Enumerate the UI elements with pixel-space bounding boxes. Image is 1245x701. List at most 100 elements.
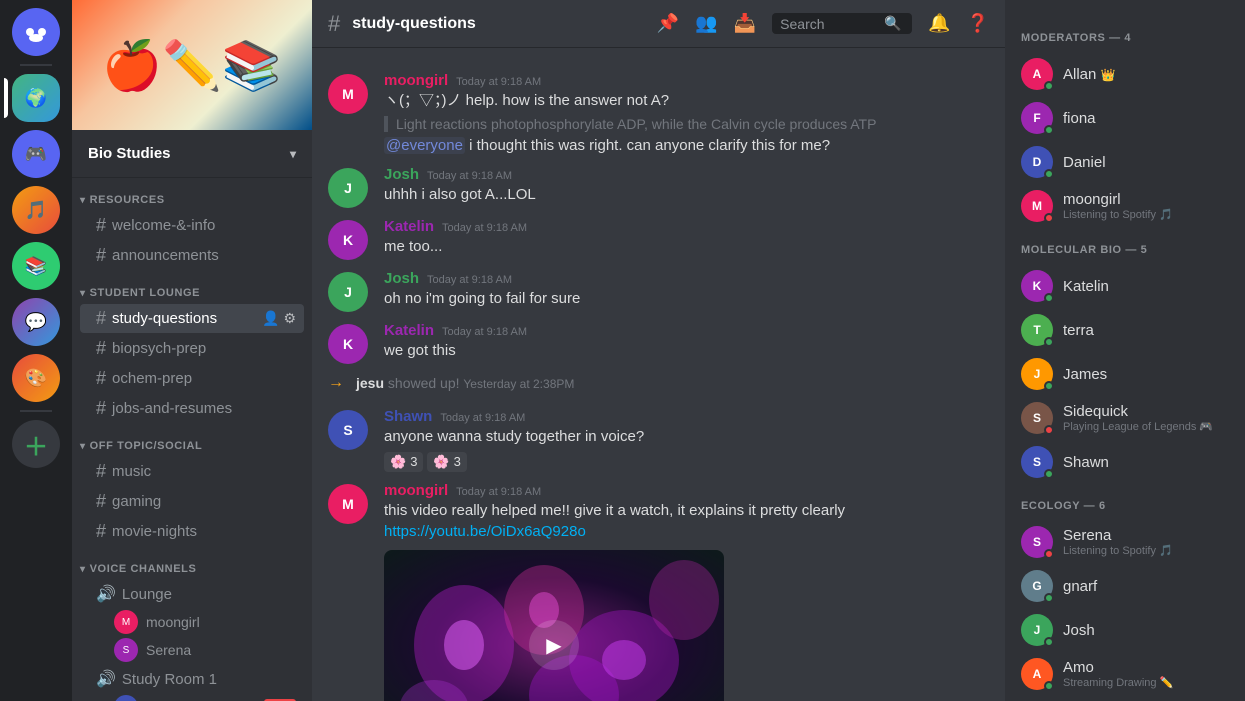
message-author[interactable]: moongirl: [384, 482, 448, 499]
member-terra[interactable]: T terra: [1013, 308, 1237, 352]
member-serena[interactable]: S Serena Listening to Spotify 🎵: [1013, 520, 1237, 564]
discord-home-icon[interactable]: [12, 8, 60, 56]
channel-name: ochem-prep: [112, 370, 296, 387]
member-josh-ecology[interactable]: J Josh: [1013, 608, 1237, 652]
channel-announcements[interactable]: # announcements: [80, 241, 304, 270]
channel-welcome[interactable]: # welcome-&-info: [80, 211, 304, 240]
message-quote: Light reactions photophosphorylate ADP, …: [384, 116, 989, 132]
channel-movie-nights[interactable]: # movie-nights: [80, 517, 304, 546]
avatar-gnarf: G: [1021, 570, 1053, 602]
server-name-row[interactable]: Bio Studies ▾: [72, 130, 312, 178]
member-james[interactable]: J James: [1013, 352, 1237, 396]
message-author[interactable]: moongirl: [384, 72, 448, 89]
member-moongirl-mod[interactable]: M moongirl Listening to Spotify 🎵: [1013, 184, 1237, 228]
message-header: Josh Today at 9:18 AM: [384, 166, 989, 183]
message-header: Katelin Today at 9:18 AM: [384, 218, 989, 235]
chevron-icon: ▾: [80, 195, 86, 206]
channel-biopsych[interactable]: # biopsych-prep: [80, 334, 304, 363]
help-icon[interactable]: ❓: [967, 13, 989, 34]
mention[interactable]: @everyone: [384, 137, 465, 154]
play-button[interactable]: ▶: [529, 620, 579, 670]
avatar[interactable]: S: [328, 410, 368, 450]
server-icon-4[interactable]: 📚: [12, 242, 60, 290]
member-info: moongirl Listening to Spotify 🎵: [1063, 191, 1229, 221]
voice-user-serena[interactable]: S Serena: [106, 636, 304, 664]
message-author[interactable]: Katelin: [384, 322, 434, 339]
add-server-button[interactable]: ＋: [12, 420, 60, 468]
category-voice[interactable]: ▾ VOICE CHANNELS: [72, 547, 312, 579]
voice-user-shawn[interactable]: S shawn 📷 LIVE: [106, 693, 304, 701]
server-icon-2[interactable]: 🎮: [12, 130, 60, 178]
category-student-lounge[interactable]: ▾ STUDENT LOUNGE: [72, 271, 312, 303]
server-icon-1[interactable]: 🌍: [12, 74, 60, 122]
member-gnarf[interactable]: G gnarf: [1013, 564, 1237, 608]
server-banner: 🍎✏️📚: [72, 0, 312, 130]
voice-user-moongirl[interactable]: M moongirl: [106, 608, 304, 636]
server-icon-5[interactable]: 💬: [12, 298, 60, 346]
pin-icon[interactable]: 📌: [657, 13, 679, 34]
category-off-topic[interactable]: ▾ OFF TOPIC/SOCIAL: [72, 424, 312, 456]
message-text: this video really helped me!! give it a …: [384, 501, 989, 522]
server-icon-6[interactable]: 🎨: [12, 354, 60, 402]
member-daniel[interactable]: D Daniel: [1013, 140, 1237, 184]
member-shawn[interactable]: S Shawn: [1013, 440, 1237, 484]
member-sidequick[interactable]: S Sidequick Playing League of Legends 🎮: [1013, 396, 1237, 440]
server-icon-3[interactable]: 🎵: [12, 186, 60, 234]
video-embed[interactable]: ▶: [384, 550, 724, 701]
avatar[interactable]: J: [328, 272, 368, 312]
members-list: MODERATORS — 4 A Allan 👑 F fiona D Danie…: [1005, 0, 1245, 701]
message-author[interactable]: Josh: [384, 166, 419, 183]
channel-ochem[interactable]: # ochem-prep: [80, 364, 304, 393]
member-info: fiona: [1063, 110, 1229, 127]
message-katelin-1: K Katelin Today at 9:18 AM me too...: [312, 210, 1005, 262]
avatar[interactable]: M: [328, 484, 368, 524]
inbox-icon[interactable]: 📥: [734, 13, 756, 34]
member-info: Josh: [1063, 622, 1229, 639]
members-icon[interactable]: 👥: [695, 13, 717, 34]
reaction-1[interactable]: 🌸 3: [384, 452, 423, 472]
search-input[interactable]: [780, 16, 880, 32]
message-author[interactable]: Josh: [384, 270, 419, 287]
video-link[interactable]: https://youtu.be/OiDx6aQ928o: [384, 523, 586, 540]
channel-study-questions[interactable]: # study-questions 👤 ⚙: [80, 304, 304, 333]
message-author[interactable]: Shawn: [384, 408, 432, 425]
add-member-icon[interactable]: 👤: [262, 310, 279, 327]
notification-icon[interactable]: 🔔: [928, 13, 950, 34]
reaction-emoji: 🌸: [433, 454, 449, 470]
voice-channel-header-lounge[interactable]: 🔊 Lounge: [80, 580, 304, 608]
status-indicator: [1044, 469, 1054, 479]
ecology-label: ECOLOGY: [1021, 500, 1080, 512]
channel-hash-icon: #: [328, 11, 340, 37]
member-activity: Streaming Drawing ✏️: [1063, 676, 1229, 689]
member-muffins[interactable]: M muffins: [1013, 696, 1237, 701]
message-header: Shawn Today at 9:18 AM: [384, 408, 989, 425]
avatar[interactable]: M: [328, 74, 368, 114]
member-fiona[interactable]: F fiona: [1013, 96, 1237, 140]
message-text: we got this: [384, 341, 989, 362]
category-resources[interactable]: ▾ RESOURCES: [72, 178, 312, 210]
voice-channel-lounge: 🔊 Lounge M moongirl S Serena: [80, 580, 304, 664]
channel-gaming[interactable]: # gaming: [80, 487, 304, 516]
avatar-serena: S: [114, 638, 138, 662]
reaction-2[interactable]: 🌸 3: [427, 452, 466, 472]
avatar[interactable]: K: [328, 220, 368, 260]
voice-channel-header-study-room[interactable]: 🔊 Study Room 1: [80, 665, 304, 693]
member-info: James: [1063, 366, 1229, 383]
avatar[interactable]: J: [328, 168, 368, 208]
status-indicator: [1044, 637, 1054, 647]
status-indicator: [1044, 293, 1054, 303]
channel-name: movie-nights: [112, 523, 296, 540]
channel-music[interactable]: # music: [80, 457, 304, 486]
member-katelin[interactable]: K Katelin: [1013, 264, 1237, 308]
channel-name: biopsych-prep: [112, 340, 296, 357]
system-message-text: jesu showed up! Yesterday at 2:38PM: [356, 375, 574, 391]
message-author[interactable]: Katelin: [384, 218, 434, 235]
search-box[interactable]: 🔍: [772, 13, 912, 34]
member-allan[interactable]: A Allan 👑: [1013, 52, 1237, 96]
settings-icon[interactable]: ⚙: [283, 310, 296, 327]
channel-jobs[interactable]: # jobs-and-resumes: [80, 394, 304, 423]
avatar[interactable]: K: [328, 324, 368, 364]
member-amo[interactable]: A Amo Streaming Drawing ✏️: [1013, 652, 1237, 696]
message-header: moongirl Today at 9:18 AM: [384, 482, 989, 499]
member-name: Josh: [1063, 622, 1229, 639]
